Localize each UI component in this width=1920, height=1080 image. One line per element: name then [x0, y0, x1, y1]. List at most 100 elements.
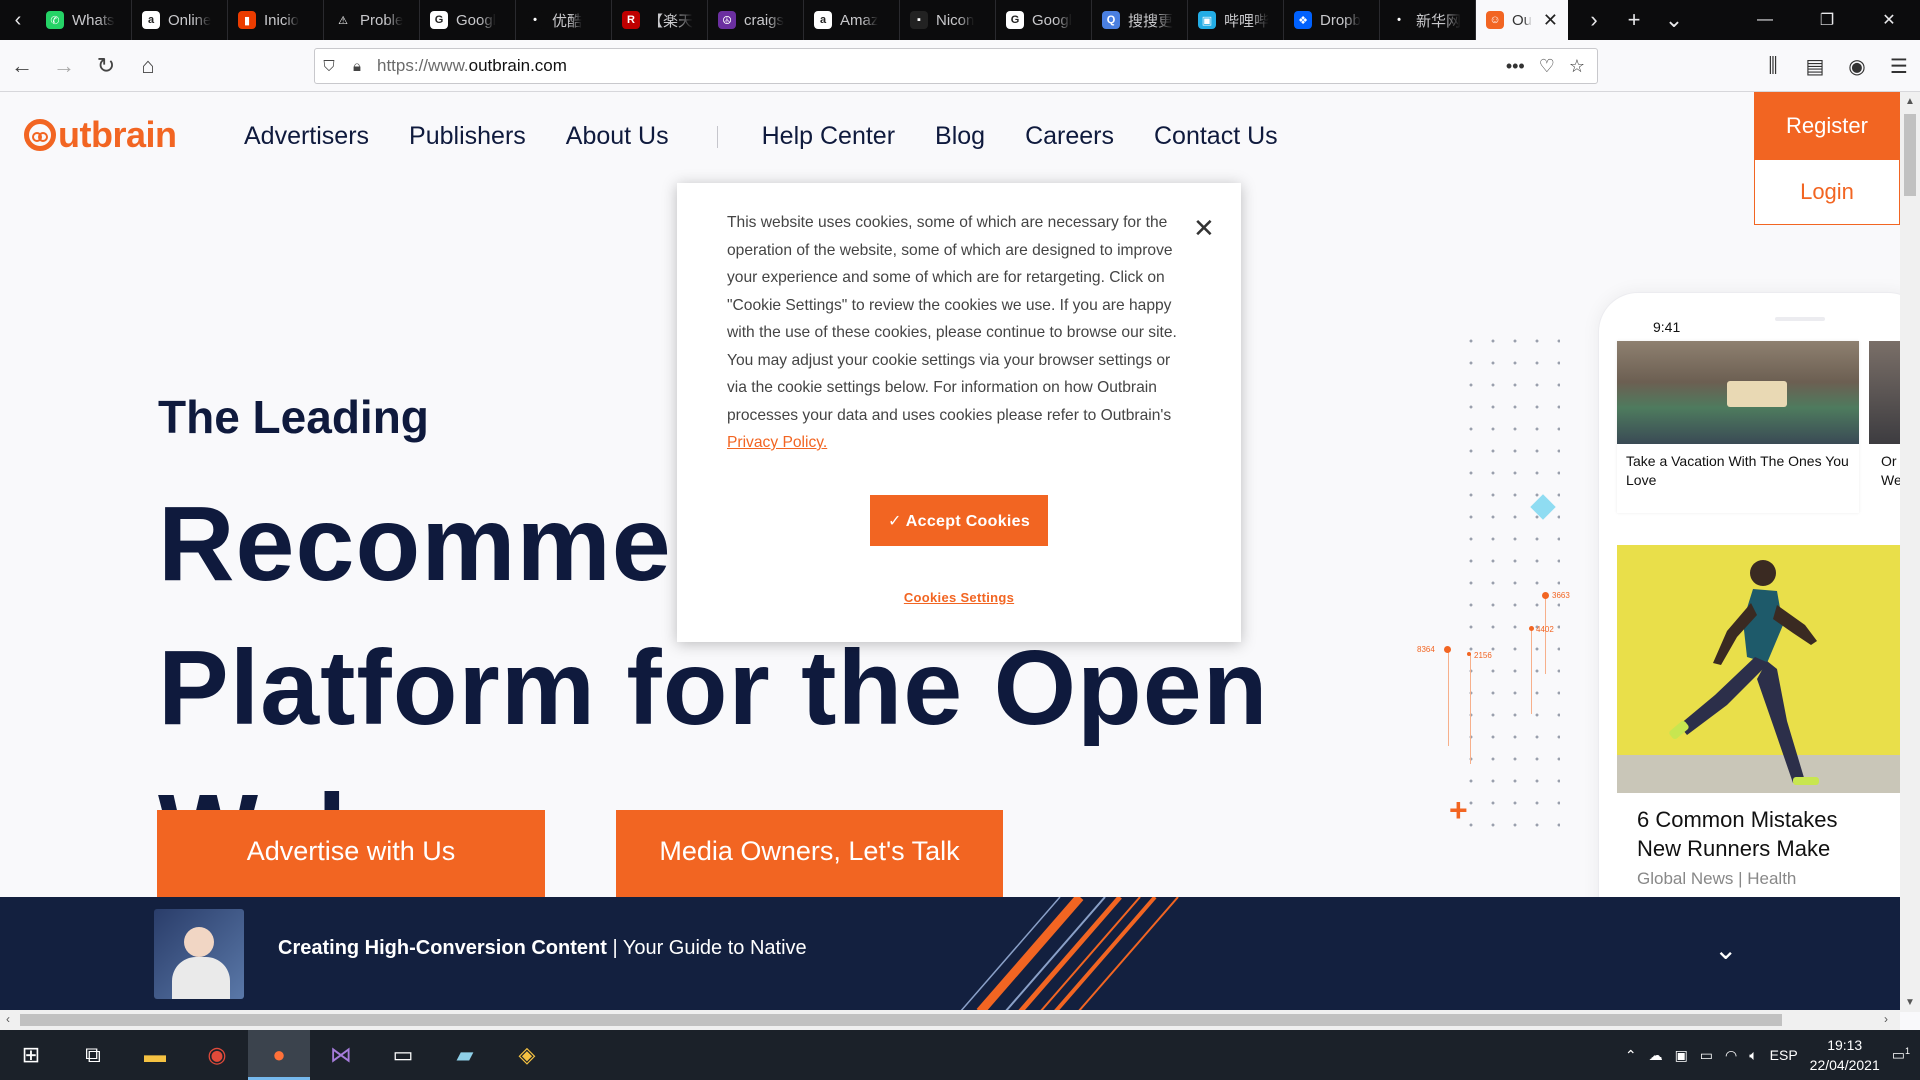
nav-advertisers[interactable]: Advertisers — [244, 122, 369, 151]
nav-publishers[interactable]: Publishers — [409, 122, 526, 151]
onedrive-icon[interactable]: ☁ — [1649, 1047, 1663, 1064]
tab[interactable]: Q 搜搜更 — [1092, 0, 1188, 40]
minimize-button[interactable]: — — [1734, 0, 1796, 40]
outbrain-logo[interactable]: utbrain — [24, 114, 177, 156]
tab[interactable]: ▣ 哔哩哔 — [1188, 0, 1284, 40]
nav-contact-us[interactable]: Contact Us — [1154, 122, 1278, 151]
url-text[interactable]: https://www.outbrain.com — [377, 56, 567, 76]
media-owners-button[interactable]: Media Owners, Let's Talk — [616, 810, 1003, 900]
recommendation-card-large[interactable]: 6 Common Mistakes New Runners Make Globa… — [1617, 545, 1900, 945]
restore-button[interactable]: ❐ — [1796, 0, 1858, 40]
nav-careers[interactable]: Careers — [1025, 122, 1114, 151]
page-viewport: utbrain Advertisers Publishers About Us … — [0, 92, 1900, 1012]
chart-point — [1467, 652, 1471, 656]
vertical-scroll-thumb[interactable] — [1904, 114, 1916, 196]
new-tab-button[interactable]: + — [1614, 0, 1654, 40]
tab[interactable]: ☮ craigs — [708, 0, 804, 40]
task-view-icon[interactable]: ⧉ — [62, 1030, 124, 1080]
lock-icon[interactable]: 🔒︎ — [343, 58, 371, 75]
tab-active[interactable]: ☺ Ou ✕ — [1476, 0, 1568, 40]
register-button[interactable]: Register — [1754, 92, 1900, 159]
terminal-icon[interactable]: ▭ — [372, 1030, 434, 1080]
wifi-icon[interactable]: ◠ — [1725, 1047, 1737, 1064]
tab[interactable]: • 新华网 — [1380, 0, 1476, 40]
nav-about-us[interactable]: About Us — [566, 122, 669, 151]
chevron-up-icon[interactable]: ⌃ — [1625, 1047, 1637, 1064]
horizontal-scrollbar[interactable]: ‹ › — [0, 1010, 1900, 1030]
scroll-right-arrow[interactable]: › — [1884, 1012, 1888, 1026]
tracking-shield-icon[interactable]: ⛉ — [315, 58, 343, 75]
tab-favicon-icon: ▮ — [238, 11, 256, 29]
back-button[interactable]: ← — [2, 46, 42, 86]
tab[interactable]: ❖ Dropb — [1284, 0, 1380, 40]
card-title: 6 Common Mistakes New Runners Make — [1637, 807, 1838, 861]
tab[interactable]: ▮ Inicio — [228, 0, 324, 40]
visual-studio-icon[interactable]: ⋈ — [310, 1030, 372, 1080]
tab[interactable]: ▪ Nicon — [900, 0, 996, 40]
tab-favicon-icon: ▣ — [1198, 11, 1216, 29]
pocket-icon[interactable]: ♡ — [1539, 56, 1555, 77]
login-button[interactable]: Login — [1754, 159, 1900, 225]
forward-button[interactable]: → — [44, 46, 84, 86]
outbrain-favicon-icon: ☺ — [1486, 11, 1504, 29]
close-window-button[interactable]: ✕ — [1858, 0, 1920, 40]
url-bar[interactable]: ⛉ 🔒︎ https://www.outbrain.com ••• ♡ ☆ — [314, 48, 1598, 84]
vertical-scrollbar[interactable]: ▲ ▼ — [1900, 92, 1920, 1012]
bookmark-star-icon[interactable]: ☆ — [1569, 56, 1585, 77]
cookies-settings-link[interactable]: Cookies Settings — [677, 590, 1241, 605]
python-icon[interactable]: ◈ — [496, 1030, 558, 1080]
scroll-up-arrow[interactable]: ▲ — [1900, 96, 1920, 107]
menu-icon[interactable]: ☰ — [1878, 54, 1920, 79]
tab[interactable]: R 【楽天 — [612, 0, 708, 40]
privacy-policy-link[interactable]: Privacy Policy. — [727, 434, 827, 451]
tab[interactable]: a Amaz — [804, 0, 900, 40]
recommendation-card[interactable]: Or We — [1869, 341, 1900, 513]
accept-cookies-button[interactable]: ✓ Accept Cookies — [870, 495, 1048, 546]
tab-label: 搜搜更 — [1128, 12, 1174, 30]
notepad-icon[interactable]: ▰ — [434, 1030, 496, 1080]
reload-button[interactable]: ↻ — [86, 46, 126, 86]
home-button[interactable]: ⌂ — [128, 46, 168, 86]
notification-icon[interactable]: ▭1 — [1892, 1046, 1910, 1064]
chrome-icon[interactable]: ◉ — [186, 1030, 248, 1080]
tab[interactable]: ✆ Whats — [36, 0, 132, 40]
account-icon[interactable]: ◉ — [1836, 54, 1878, 79]
nav-blog[interactable]: Blog — [935, 122, 985, 151]
close-icon[interactable]: ✕ — [1193, 213, 1215, 244]
file-explorer-icon[interactable]: ▬ — [124, 1030, 186, 1080]
clock[interactable]: 19:13 22/04/2021 — [1810, 1035, 1880, 1075]
scroll-left-arrow[interactable]: ‹ — [6, 1012, 10, 1026]
list-all-tabs-button[interactable]: ⌄ — [1654, 0, 1694, 40]
promo-banner[interactable]: Creating High-Conversion Content | Your … — [0, 897, 1900, 1012]
sidebar-icon[interactable]: ▤ — [1794, 54, 1836, 79]
chart-label: 8364 — [1417, 645, 1435, 654]
system-tray: ⌃ ☁ ▣ ▭ ◠ 🔈︎ ESP 19:13 22/04/2021 ▭1 — [1625, 1035, 1920, 1075]
language-indicator[interactable]: ESP — [1770, 1047, 1798, 1063]
horizontal-scroll-thumb[interactable] — [20, 1014, 1782, 1026]
volume-icon[interactable]: 🔈︎ — [1749, 1047, 1757, 1064]
firefox-icon[interactable]: ● — [248, 1030, 310, 1080]
scroll-down-arrow[interactable]: ▼ — [1900, 997, 1920, 1008]
close-tab-icon[interactable]: ✕ — [1543, 10, 1558, 31]
nav-help-center[interactable]: Help Center — [762, 122, 895, 151]
tab[interactable]: ⚠ Proble — [324, 0, 420, 40]
tab[interactable]: • 优酷 — [516, 0, 612, 40]
chevron-down-icon[interactable]: ⌄ — [1714, 933, 1737, 966]
advertise-with-us-button[interactable]: Advertise with Us — [157, 810, 545, 900]
tab[interactable]: a Online — [132, 0, 228, 40]
tab-scroll-right-button[interactable]: › — [1574, 0, 1614, 40]
cookie-consent-dialog: This website uses cookies, some of which… — [677, 183, 1241, 642]
banner-title[interactable]: Creating High-Conversion Content | Your … — [278, 937, 807, 960]
recommendation-card[interactable]: Take a Vacation With The Ones You Love — [1617, 341, 1859, 513]
library-icon[interactable]: ⫼ — [1752, 55, 1794, 78]
tab[interactable]: G Googl — [420, 0, 516, 40]
tab-scroll-left-button[interactable]: ‹ — [0, 0, 36, 40]
tab[interactable]: G Googl — [996, 0, 1092, 40]
start-button[interactable]: ⊞ — [0, 1030, 62, 1080]
page-actions-icon[interactable]: ••• — [1506, 56, 1525, 77]
nav-bar: ← → ↻ ⌂ ⛉ 🔒︎ https://www.outbrain.com ••… — [0, 40, 1920, 92]
network-icon[interactable]: ▣ — [1675, 1047, 1688, 1064]
battery-icon[interactable]: ▭ — [1700, 1047, 1713, 1064]
tab-label: Googl — [1032, 11, 1073, 29]
tab-favicon-icon: ☮ — [718, 11, 736, 29]
